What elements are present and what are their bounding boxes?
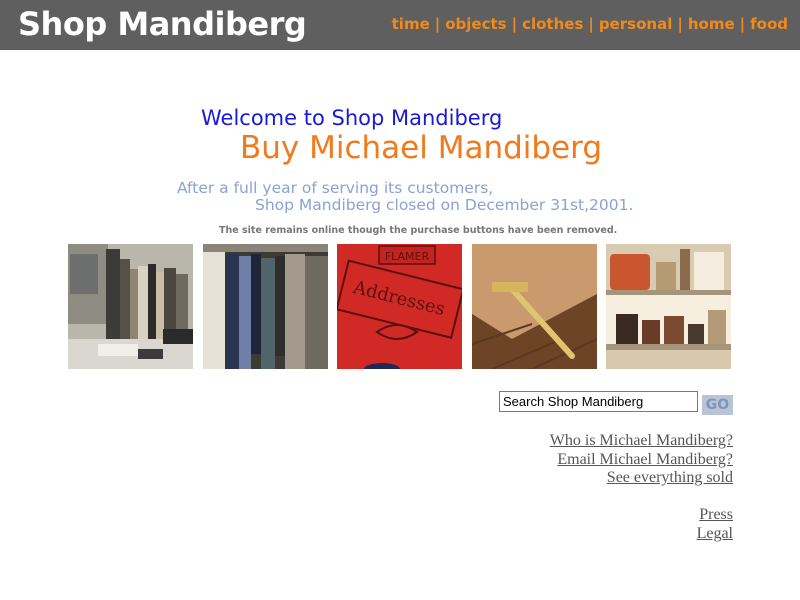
nav-link-personal[interactable]: personal — [599, 15, 672, 33]
closed-notice-line-1: After a full year of serving its custome… — [177, 179, 494, 197]
photo-chair-leg[interactable] — [472, 244, 597, 369]
address-book-label-top: FLAMER — [385, 250, 430, 263]
nav-separator: | — [511, 15, 518, 33]
legal-link[interactable]: Legal — [697, 525, 733, 544]
nav-link-time[interactable]: time — [392, 15, 430, 33]
nav-link-food[interactable]: food — [750, 15, 788, 33]
info-links: Who is Michael Mandiberg? Email Michael … — [550, 432, 733, 488]
search-input[interactable] — [499, 391, 698, 412]
site-title: Shop Mandiberg — [18, 5, 307, 43]
header-bar: Shop Mandiberg time | objects | clothes | pers… — [0, 0, 800, 50]
photo-desk-books[interactable] — [68, 244, 193, 369]
photo-address-book[interactable]: FLAMER Addresses — [337, 244, 462, 369]
nav-separator: | — [739, 15, 746, 33]
closed-notice-line-2: Shop Mandiberg closed on December 31st,2… — [255, 196, 634, 214]
site-online-notice: The site remains online though the purch… — [219, 225, 618, 236]
nav-link-home[interactable]: home — [688, 15, 735, 33]
photo-kitchen-shelves[interactable] — [606, 244, 731, 369]
buy-heading: Buy Michael Mandiberg — [240, 130, 603, 166]
email-link[interactable]: Email Michael Mandiberg? — [550, 451, 733, 470]
press-link[interactable]: Press — [697, 506, 733, 525]
who-is-link[interactable]: Who is Michael Mandiberg? — [550, 432, 733, 451]
nav-separator: | — [434, 15, 441, 33]
footer-links: Press Legal — [697, 506, 733, 543]
welcome-heading: Welcome to Shop Mandiberg — [201, 106, 503, 130]
nav-separator: | — [677, 15, 683, 33]
see-everything-sold-link[interactable]: See everything sold — [550, 469, 733, 488]
nav-separator: | — [588, 15, 594, 33]
nav-link-objects[interactable]: objects — [445, 15, 506, 33]
photo-clothes[interactable] — [203, 244, 328, 369]
nav-menu: time | objects | clothes | personal | home | food — [392, 15, 788, 33]
nav-link-clothes[interactable]: clothes — [522, 15, 583, 33]
go-button[interactable]: GO — [702, 395, 733, 415]
